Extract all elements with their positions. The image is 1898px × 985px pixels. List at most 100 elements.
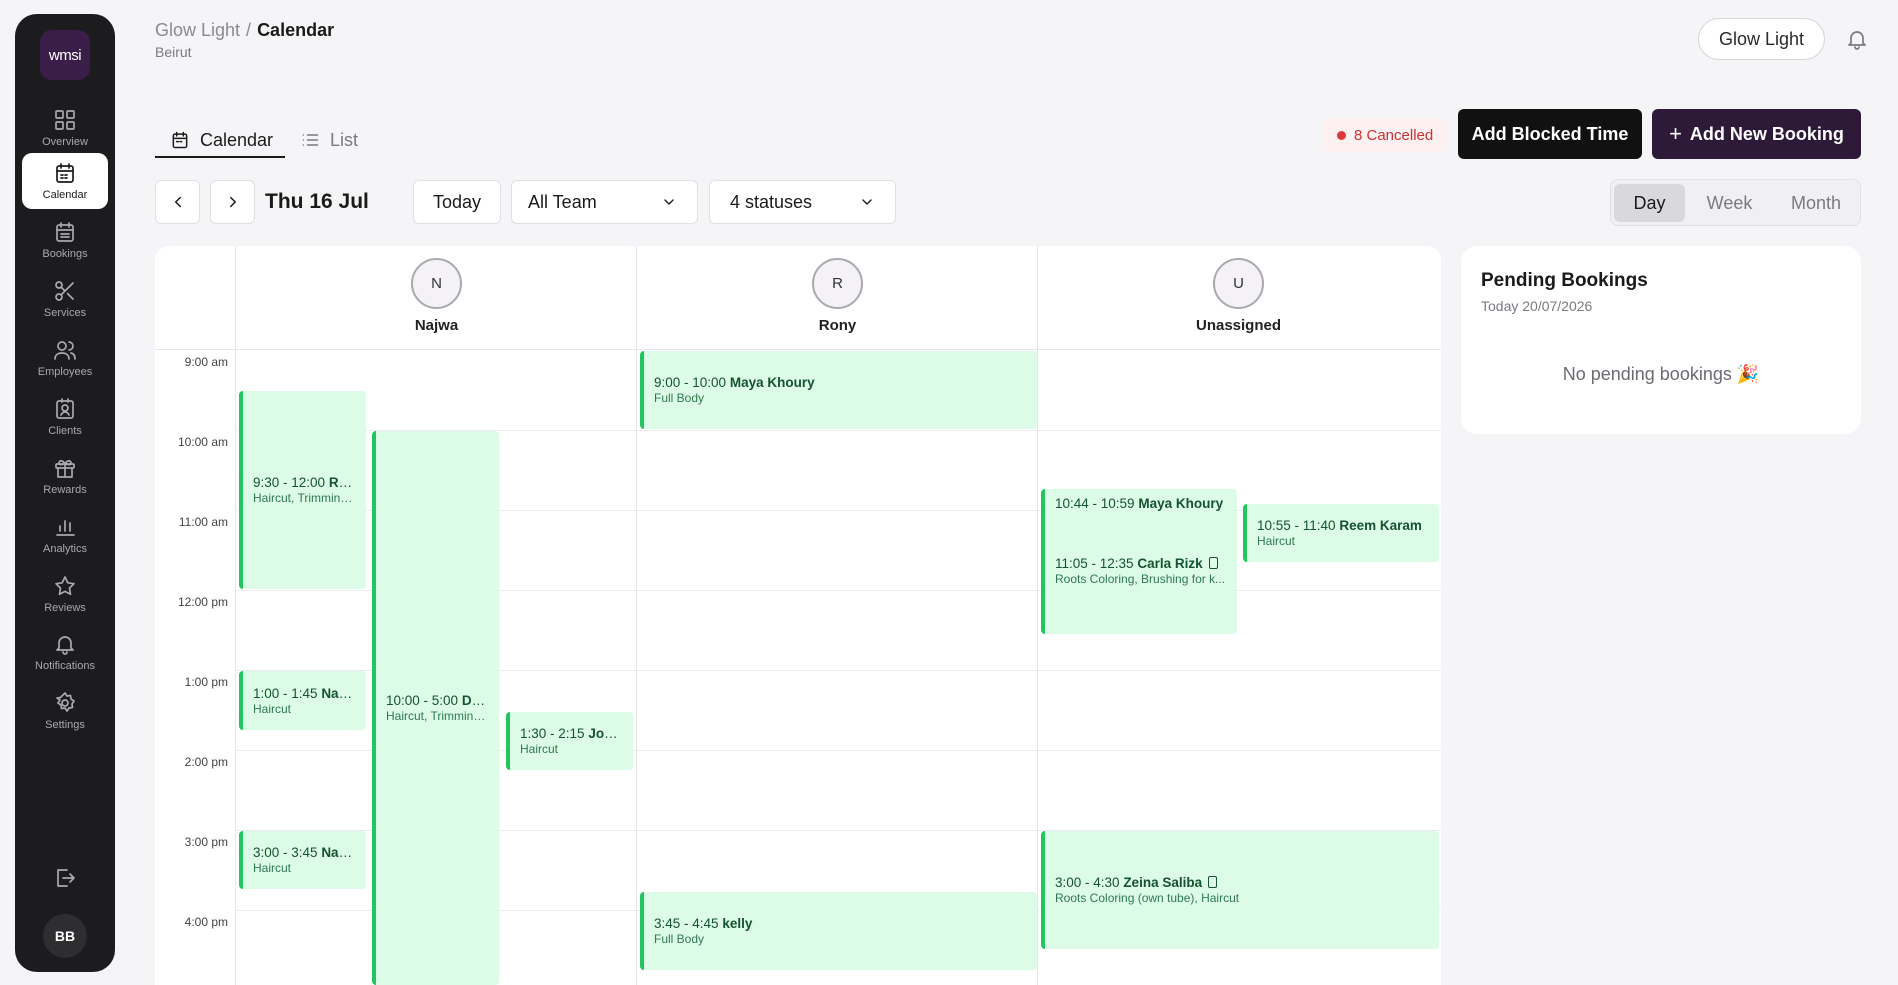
event-client: Da... (461, 693, 489, 708)
event-service: Full Body (654, 932, 705, 946)
event-service: Full Body (654, 391, 705, 405)
event-time: 1:00 - 1:45 (253, 685, 318, 701)
sidebar-item-overview[interactable]: Overview (22, 100, 108, 156)
status-filter-select[interactable]: 4 statuses (709, 180, 896, 224)
event-time: 9:00 - 10:00 (654, 375, 727, 390)
sidebar-item-bookings[interactable]: Bookings (22, 212, 108, 268)
event-client: Zeina Saliba (1123, 875, 1203, 890)
staff-name: Rony (818, 317, 857, 334)
event-service: Haircut (1257, 534, 1296, 548)
pending-empty-state: No pending bookings 🎉 (1562, 364, 1760, 384)
chevron-left-icon (174, 196, 181, 208)
bar-chart-icon (56, 520, 75, 536)
sidebar-item-label: Employees (37, 366, 93, 378)
logout-button[interactable] (53, 866, 77, 890)
bell-icon (56, 636, 74, 655)
event-title: 1:00 - 1:45 Nadi... (253, 686, 356, 701)
sidebar-item-services[interactable]: Services (22, 271, 108, 327)
event-title: 3:00 - 4:30 Zeina Saliba (1055, 875, 1429, 890)
sidebar-item-notifications[interactable]: Notifications (22, 624, 108, 680)
view-month[interactable]: Month (1775, 184, 1857, 222)
active-tab-indicator (155, 156, 285, 158)
booking-event[interactable]: 9:30 - 12:00 Ran... Haircut, Trimming... (239, 391, 366, 589)
booking-event[interactable]: 1:00 - 1:45 Nadi... Haircut (239, 671, 366, 730)
sidebar-item-calendar[interactable]: Calendar (22, 153, 108, 209)
staff-header-unassigned[interactable]: U Unassigned (1038, 258, 1439, 334)
sidebar-item-settings[interactable]: Settings (22, 683, 108, 739)
event-client: Carla Rizk (1137, 556, 1203, 571)
booking-event[interactable]: 3:45 - 4:45 kelly Full Body (640, 892, 1037, 970)
event-time: 3:00 - 3:45 (253, 845, 318, 860)
event-client: Maya Khoury (1138, 496, 1224, 511)
time-label: 11:00 am (178, 515, 228, 529)
event-time: 3:45 - 4:45 (654, 916, 719, 931)
avatar[interactable]: BB (43, 914, 87, 958)
view-week[interactable]: Week (1694, 184, 1765, 222)
chevron-down-icon (664, 199, 674, 205)
add-blocked-time-button[interactable]: Add Blocked Time (1458, 109, 1642, 159)
booking-event[interactable]: 10:55 - 11:40 Reem Karam Haircut (1243, 504, 1439, 562)
calendar-grid: N Najwa R Rony U Unassigned 9:00 am 10:0… (155, 246, 1441, 985)
sidebar-item-label: Rewards (43, 484, 87, 496)
prev-day-button[interactable] (155, 180, 200, 224)
time-label: 1:00 pm (184, 675, 228, 689)
breadcrumb-separator: / (246, 20, 252, 40)
sidebar-item-label: Bookings (42, 248, 88, 260)
bell-icon (1848, 31, 1866, 50)
event-client: Nadi... (321, 685, 356, 701)
tab-list[interactable]: List (300, 122, 358, 158)
gear-icon (56, 692, 75, 712)
sidebar-item-label: Services (43, 307, 87, 319)
booking-event[interactable]: 3:00 - 3:45 Nadi... Haircut (239, 831, 366, 889)
sidebar-item-label: Clients (48, 425, 82, 437)
staff-name: Unassigned (1195, 317, 1282, 334)
sidebar-item-rewards[interactable]: Rewards (22, 448, 108, 504)
sidebar-item-label: Notifications (35, 660, 95, 672)
staff-header-najwa[interactable]: N Najwa (236, 258, 637, 334)
booking-event[interactable]: 1:30 - 2:15 Joell... Haircut (506, 712, 633, 770)
event-title: 1:30 - 2:15 Joell... (520, 726, 623, 741)
booking-event[interactable]: 10:44 - 10:59 Maya Khoury 11:05 - 12:35 … (1041, 489, 1237, 634)
staff-header-rony[interactable]: R Rony (637, 258, 1038, 334)
booking-event[interactable]: 10:00 - 5:00 Da... Haircut, Trimming... (372, 431, 499, 985)
cancelled-badge[interactable]: 8 Cancelled (1323, 118, 1448, 152)
chevron-right-icon (229, 196, 236, 208)
notifications-button[interactable] (1845, 27, 1869, 51)
tab-calendar[interactable]: Calendar (170, 122, 273, 158)
sidebar-item-analytics[interactable]: Analytics (22, 507, 108, 563)
column-divider (636, 246, 637, 985)
status-dot (1337, 130, 1346, 140)
event-title: 3:45 - 4:45 kelly (654, 916, 1027, 931)
mobile-icon (1208, 876, 1218, 888)
star-icon (55, 576, 75, 596)
booking-event[interactable]: 3:00 - 4:30 Zeina Saliba Roots Coloring … (1041, 831, 1439, 949)
booking-event[interactable]: 9:00 - 10:00 Maya Khoury Full Body (640, 351, 1037, 429)
sidebar-item-employees[interactable]: Employees (22, 330, 108, 386)
team-filter-select[interactable]: All Team (511, 180, 698, 224)
sidebar-item-clients[interactable]: Clients (22, 389, 108, 445)
staff-avatar: R (812, 258, 863, 309)
sidebar-item-label: Reviews (44, 602, 86, 614)
sidebar: wmsi Overview Calendar Bookings Services… (15, 14, 115, 972)
business-switcher[interactable]: Glow Light (1698, 18, 1825, 60)
event-title: 9:30 - 12:00 Ran... (253, 475, 356, 490)
id-card-icon (56, 398, 74, 419)
breadcrumb-parent[interactable]: Glow Light (155, 20, 240, 40)
time-label: 4:00 pm (184, 915, 228, 929)
add-booking-label: Add New Booking (1689, 123, 1844, 144)
sidebar-item-reviews[interactable]: Reviews (22, 566, 108, 622)
event-time: 9:30 - 12:00 (253, 475, 326, 490)
next-day-button[interactable] (210, 180, 255, 224)
breadcrumb: Glow Light / Calendar (155, 20, 334, 41)
view-day[interactable]: Day (1614, 184, 1685, 222)
event-title: 11:05 - 12:35 Carla Rizk (1055, 556, 1227, 571)
event-time: 3:00 - 4:30 (1055, 875, 1120, 890)
event-time: 10:00 - 5:00 (386, 693, 459, 708)
today-button[interactable]: Today (413, 180, 501, 224)
header-divider (155, 349, 1441, 350)
add-new-booking-button[interactable]: + Add New Booking (1652, 109, 1861, 159)
app-logo[interactable]: wmsi (40, 30, 90, 80)
calendar-icon (56, 163, 74, 183)
column-divider (1037, 246, 1038, 985)
event-service: Roots Coloring (own tube), Haircut (1055, 891, 1240, 905)
